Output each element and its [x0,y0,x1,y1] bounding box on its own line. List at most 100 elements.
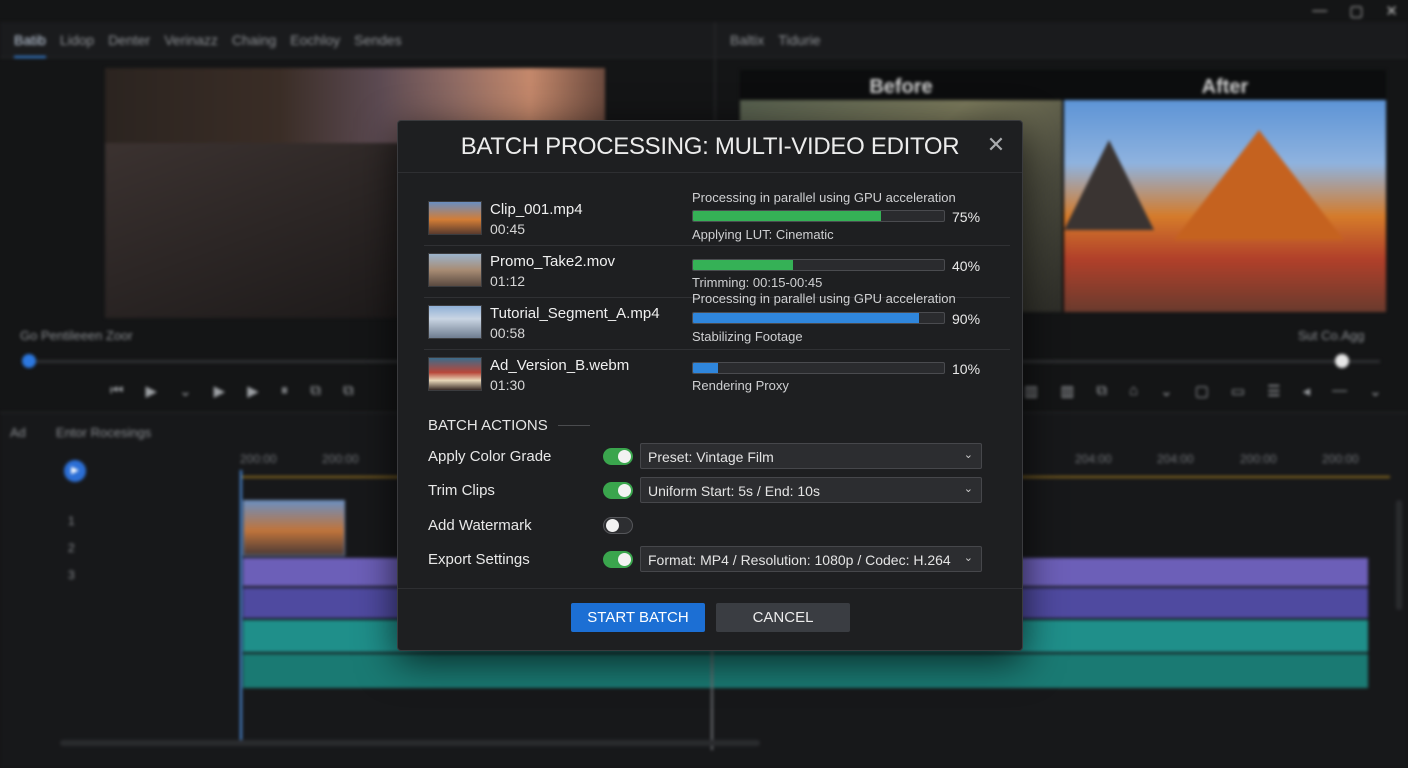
step-back-icon[interactable]: ⏮ [110,382,124,400]
tab-6[interactable]: Sendes [354,32,401,58]
chevron-down-icon[interactable]: ⌄ [179,382,192,400]
timeline-play-icon[interactable]: ▶ [64,460,86,482]
viewer-tabs: Baltix Tidurie [730,32,821,48]
audio-clip[interactable] [243,654,1368,688]
chevron-down-icon[interactable]: ⌄ [1160,382,1173,400]
source-scrubber[interactable] [26,360,406,363]
clip-status-top: Processing in parallel using GPU acceler… [692,190,956,205]
clip-status-bottom: Trimming: 00:15-00:45 [692,275,823,290]
progress-bar [692,312,945,324]
clip-row: Ad_Version_B.webm 01:30 10% Rendering Pr… [424,349,984,399]
color-grade-toggle[interactable] [603,448,633,465]
minimize-icon[interactable]: — [1312,2,1327,20]
overwrite-icon[interactable]: ⧉ [343,382,354,400]
back-icon[interactable]: ◂ [1303,382,1311,400]
program-scrubber[interactable] [1010,360,1380,363]
progress-percent: 75% [952,209,981,225]
clip-name: Tutorial_Segment_A.mp4 [490,305,660,322]
tab-4[interactable]: Chaing [232,32,276,58]
compare-icon[interactable]: ▭ [1231,382,1245,400]
bars-icon[interactable]: ▥ [1060,382,1074,400]
program-scrub-knob[interactable] [1335,354,1349,368]
progress-percent: 10% [952,361,981,377]
vertical-scrollbar[interactable] [1396,500,1402,610]
tab-3[interactable]: Verinazz [164,32,218,58]
clip-name: Promo_Take2.mov [490,253,616,270]
timeline-playhead[interactable] [240,470,242,740]
ruler-label: 200:00 [1240,452,1277,466]
columns-icon[interactable]: ▥ [1024,382,1038,400]
top-menu-bar: Batib Lidop Denter Verinazz Chaing Eochl… [0,22,1408,58]
marker-icon[interactable]: ⌂ [1129,382,1138,400]
clip-row: Clip_001.mp4 00:45 Processing in paralle… [424,190,1010,246]
play-icon[interactable]: ▶ [214,382,226,400]
close-icon[interactable]: ✕ [984,133,1008,157]
horizontal-scrollbar[interactable] [60,740,760,746]
chevron-down-icon: ⌄ [963,449,973,461]
dialog-header: BATCH PROCESSING: MULTI-VIDEO EDITOR ✕ [398,121,1022,173]
batch-actions-label: BATCH ACTIONS [428,417,548,434]
timeline-header: Ad Entor Rocesings [10,425,151,440]
track-numbers: 1 2 3 [68,508,75,589]
track-number: 3 [68,568,75,582]
ruler-label: 200:00 [322,452,359,466]
viewer-tab-0[interactable]: Baltix [730,32,764,48]
action-row-trim: Trim Clips Uniform Start: 5s / End: 10s ⌄ [428,477,984,505]
clip-status-top: Processing in parallel using GPU acceler… [692,291,956,306]
clip-row: Promo_Take2.mov 01:12 40% Trimming: 00:1… [424,245,1010,298]
chevron-down-icon: ⌄ [963,483,973,495]
source-scrub-knob[interactable] [22,354,36,368]
action-label: Add Watermark [428,517,532,534]
tab-5[interactable]: Eochloy [290,32,340,58]
tab-1[interactable]: Lidop [60,32,94,58]
tab-0[interactable]: Batib [14,32,46,58]
progress-bar [692,210,945,222]
ruler-label: 200:00 [1322,452,1359,466]
select-value: Uniform Start: 5s / End: 10s [648,483,820,499]
clip-thumbnail [428,357,482,391]
chevron-down-icon: ⌄ [963,552,973,564]
action-label: Export Settings [428,551,530,568]
pause-icon[interactable]: ⏸ [281,382,289,400]
progress-fill [693,211,882,221]
dialog-title: BATCH PROCESSING: MULTI-VIDEO EDITOR [460,133,960,160]
ruler-label: 200:00 [240,452,277,466]
minus-icon[interactable]: — [1332,382,1347,400]
video-clip[interactable] [243,500,345,556]
play-slow-icon[interactable]: ▶ [146,382,158,400]
safe-margin-icon[interactable]: ▢ [1195,382,1209,400]
timeline-sequence-name: Entor Rocesings [55,425,152,440]
watermark-toggle[interactable] [603,517,633,534]
progress-fill [693,363,719,373]
timeline-dropdown[interactable]: Ad [10,425,26,440]
clip-duration: 01:12 [490,273,526,289]
cancel-button[interactable]: CANCEL [716,603,850,632]
tab-2[interactable]: Denter [108,32,150,58]
dialog-footer: START BATCH CANCEL [398,588,1022,650]
list-icon[interactable]: ☰ [1267,382,1280,400]
trim-toggle[interactable] [603,482,633,499]
clip-row: Tutorial_Segment_A.mp4 00:58 Processing … [424,291,1010,350]
color-grade-select[interactable]: Preset: Vintage Film ⌄ [640,443,982,469]
close-window-icon[interactable]: ✕ [1385,2,1398,20]
clip-duration: 01:30 [490,377,526,393]
progress-percent: 90% [952,311,981,327]
play-forward-icon[interactable]: ▶ [247,382,259,400]
after-frame [1064,100,1386,312]
ruler-label: 204:00 [1157,452,1194,466]
trim-select[interactable]: Uniform Start: 5s / End: 10s ⌄ [640,477,982,503]
program-transport: ▥ ▥ ⧉ ⌂ ⌄ ▢ ▭ ☰ ◂ — ⌄ [1024,382,1382,400]
export-toggle[interactable] [603,551,633,568]
action-label: Apply Color Grade [428,448,552,465]
insert-icon[interactable]: ⧉ [310,382,321,400]
maximize-icon[interactable]: ▢ [1349,2,1363,20]
export-settings-select[interactable]: Format: MP4 / Resolution: 1080p / Codec:… [640,546,982,572]
batch-actions-header: BATCH ACTIONS [428,417,590,434]
viewer-tab-1[interactable]: Tidurie [778,32,820,48]
program-zoom-label[interactable]: Sut Co.Agg [1298,328,1365,343]
chevron-down-icon[interactable]: ⌄ [1369,382,1382,400]
export-frame-icon[interactable]: ⧉ [1096,382,1107,400]
clip-status-bottom: Rendering Proxy [692,378,789,393]
action-row-watermark: Add Watermark [428,512,984,540]
start-batch-button[interactable]: START BATCH [571,603,705,632]
